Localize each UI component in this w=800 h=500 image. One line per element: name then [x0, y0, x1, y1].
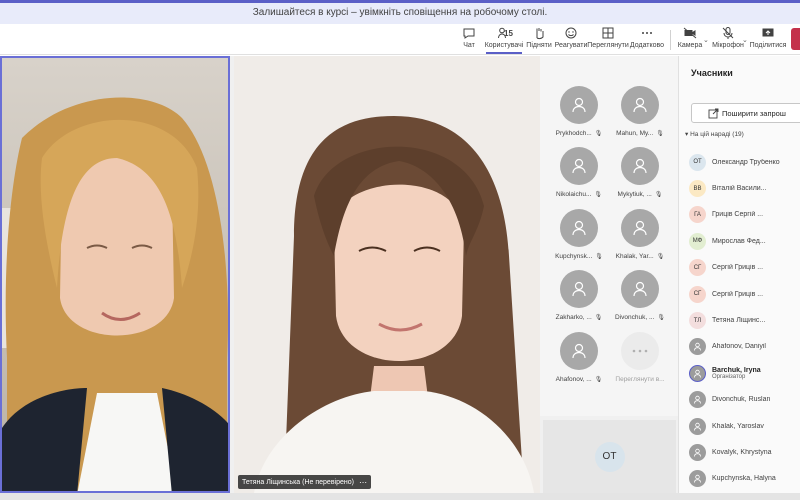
participant-video-1	[2, 58, 228, 491]
participant-list: ОТ Олександр Трубенко ВВ Віталій Васили.…	[689, 149, 800, 492]
person-icon	[560, 332, 598, 370]
speaker-name-tag: Тетяна Ліщинська (Не перевірено) ⋯	[238, 475, 371, 489]
grid-tile[interactable]: Ahafonov, ... 🎙︎	[549, 332, 609, 392]
participant-grid: Prykhodch... 🎙︎ Mahun, My... 🎙︎ Nikolaichu…	[540, 56, 678, 416]
more-button[interactable]: Додатково	[630, 26, 664, 54]
participants-panel: Учасники Поширити запрош ▾ На цій нараді…	[678, 56, 800, 500]
chat-button[interactable]: Чат	[458, 26, 480, 54]
avatar: МФ	[689, 232, 706, 250]
people-button[interactable]: 15 Користувачі	[485, 26, 523, 54]
participant-row[interactable]: СГ Сергій Гриців ...	[689, 281, 800, 307]
mic-off-icon: 🎙︎	[594, 192, 603, 198]
participant-row[interactable]: ОТ Олександр Трубенко	[689, 149, 800, 175]
share-button[interactable]: Поділитися	[750, 26, 786, 54]
more-icon	[621, 332, 659, 370]
grid-tile[interactable]: Mykytiuk, ... 🎙︎	[610, 147, 670, 207]
smile-icon	[565, 27, 577, 39]
participant-row[interactable]: Divonchuk, Ruslan	[689, 387, 800, 413]
participant-row[interactable]: Khalak, Yaroslav	[689, 413, 800, 439]
grid-tile[interactable]: Divonchuk, ... 🎙︎	[610, 270, 670, 330]
meeting-toolbar: Чат 15 Користувачі Підняти Реагувати Пер…	[0, 24, 800, 55]
mic-off-icon: 🎙︎	[656, 254, 665, 260]
name-tag-more-icon[interactable]: ⋯	[359, 478, 367, 487]
grid-tile[interactable]: Mahun, My... 🎙︎	[610, 86, 670, 146]
participant-row-organizer[interactable]: Barchuk, Iryna Організатор	[689, 360, 800, 386]
avatar: ОТ	[594, 441, 625, 472]
participant-row[interactable]: СГ Сергій Гриців ...	[689, 255, 800, 281]
person-icon	[621, 270, 659, 308]
people-count: 15	[504, 29, 513, 38]
person-icon	[621, 147, 659, 185]
camera-button[interactable]: Камера	[678, 26, 702, 54]
mic-button[interactable]: Мікрофон	[712, 26, 744, 54]
view-button[interactable]: Переглянути	[587, 26, 629, 54]
grid-tile[interactable]: Kupchynsk... 🎙︎	[549, 209, 609, 269]
participant-row[interactable]: Kovalyk, Khrystyna	[689, 439, 800, 465]
participant-row[interactable]: МФ Мирослав Фед...	[689, 228, 800, 254]
hand-icon	[536, 28, 544, 40]
video-tile-speaker[interactable]	[234, 56, 540, 493]
mic-off-icon: 🎙︎	[657, 315, 665, 321]
person-icon	[689, 391, 706, 409]
grid-tile[interactable]: Nikolaichu... 🎙︎	[549, 147, 609, 207]
person-icon	[621, 86, 659, 124]
in-meeting-section[interactable]: ▾ На цій нараді (19)	[685, 130, 744, 138]
mic-off-icon: 🎙︎	[594, 315, 603, 321]
share-invite-icon	[708, 108, 719, 119]
avatar: ОТ	[689, 153, 706, 171]
person-icon	[560, 270, 598, 308]
leave-button[interactable]	[791, 28, 800, 50]
share-screen-icon	[762, 28, 774, 37]
banner-text: Залишайтеся в курсі – увімкніть сповіщен…	[252, 6, 548, 18]
bottom-edge	[0, 493, 800, 500]
grid-tile[interactable]: Zakharko, ... 🎙︎	[549, 270, 609, 330]
react-button[interactable]: Реагувати	[555, 26, 587, 54]
banner-accent-strip	[0, 0, 800, 3]
person-icon	[560, 209, 598, 247]
raise-hand-button[interactable]: Підняти	[526, 26, 552, 54]
avatar: СГ	[689, 285, 706, 303]
person-icon	[560, 147, 598, 185]
camera-off-icon	[683, 27, 697, 39]
panel-title: Учасники	[691, 68, 733, 78]
grid-tile[interactable]: Prykhodch... 🎙︎	[549, 86, 609, 146]
person-icon	[689, 470, 706, 488]
view-more-tile[interactable]: Переглянути в...	[610, 332, 670, 392]
person-icon	[560, 86, 598, 124]
mic-off-icon: 🎙︎	[654, 192, 663, 198]
mic-off-icon: 🎙︎	[595, 254, 603, 260]
participant-row[interactable]: ВВ Віталій Васили...	[689, 175, 800, 201]
mic-off-icon: 🎙︎	[594, 377, 603, 383]
participant-row[interactable]: ТЛ Тетяна Ліщинс...	[689, 307, 800, 333]
participant-row[interactable]: Ahafonov, Daniyil	[689, 334, 800, 360]
toolbar-divider	[670, 30, 671, 50]
person-icon	[689, 338, 706, 356]
camera-options-chevron-icon[interactable]: ⌄	[703, 36, 709, 44]
organizer-role: Організатор	[712, 373, 746, 380]
mic-off-icon	[722, 27, 734, 39]
grid-icon	[602, 27, 614, 39]
avatar: СГ	[689, 259, 706, 277]
chat-icon	[463, 28, 475, 39]
person-icon	[689, 443, 706, 461]
avatar: ТЛ	[689, 312, 706, 330]
person-icon	[621, 209, 659, 247]
avatar: ГА	[689, 206, 706, 224]
participant-video-2	[234, 56, 540, 493]
notification-banner[interactable]: Залишайтеся в курсі – увімкніть сповіщен…	[0, 0, 800, 24]
video-tile-presenter[interactable]	[0, 56, 230, 493]
participant-row[interactable]: ГА Гриців Сергій ...	[689, 202, 800, 228]
grid-tile[interactable]: Khalak, Yar... 🎙︎	[610, 209, 670, 269]
mic-options-chevron-icon[interactable]: ⌄	[742, 36, 748, 44]
person-icon	[689, 417, 706, 435]
participant-row[interactable]: Kupchynska, Halyna	[689, 466, 800, 492]
person-icon	[689, 364, 706, 382]
audio-only-tile[interactable]: ОТ	[543, 420, 676, 493]
mic-off-icon: 🎙︎	[656, 131, 664, 137]
more-icon	[642, 32, 652, 34]
mic-off-icon: 🎙︎	[594, 131, 603, 137]
share-invite-button[interactable]: Поширити запрош	[691, 103, 800, 123]
avatar: ВВ	[689, 180, 706, 198]
